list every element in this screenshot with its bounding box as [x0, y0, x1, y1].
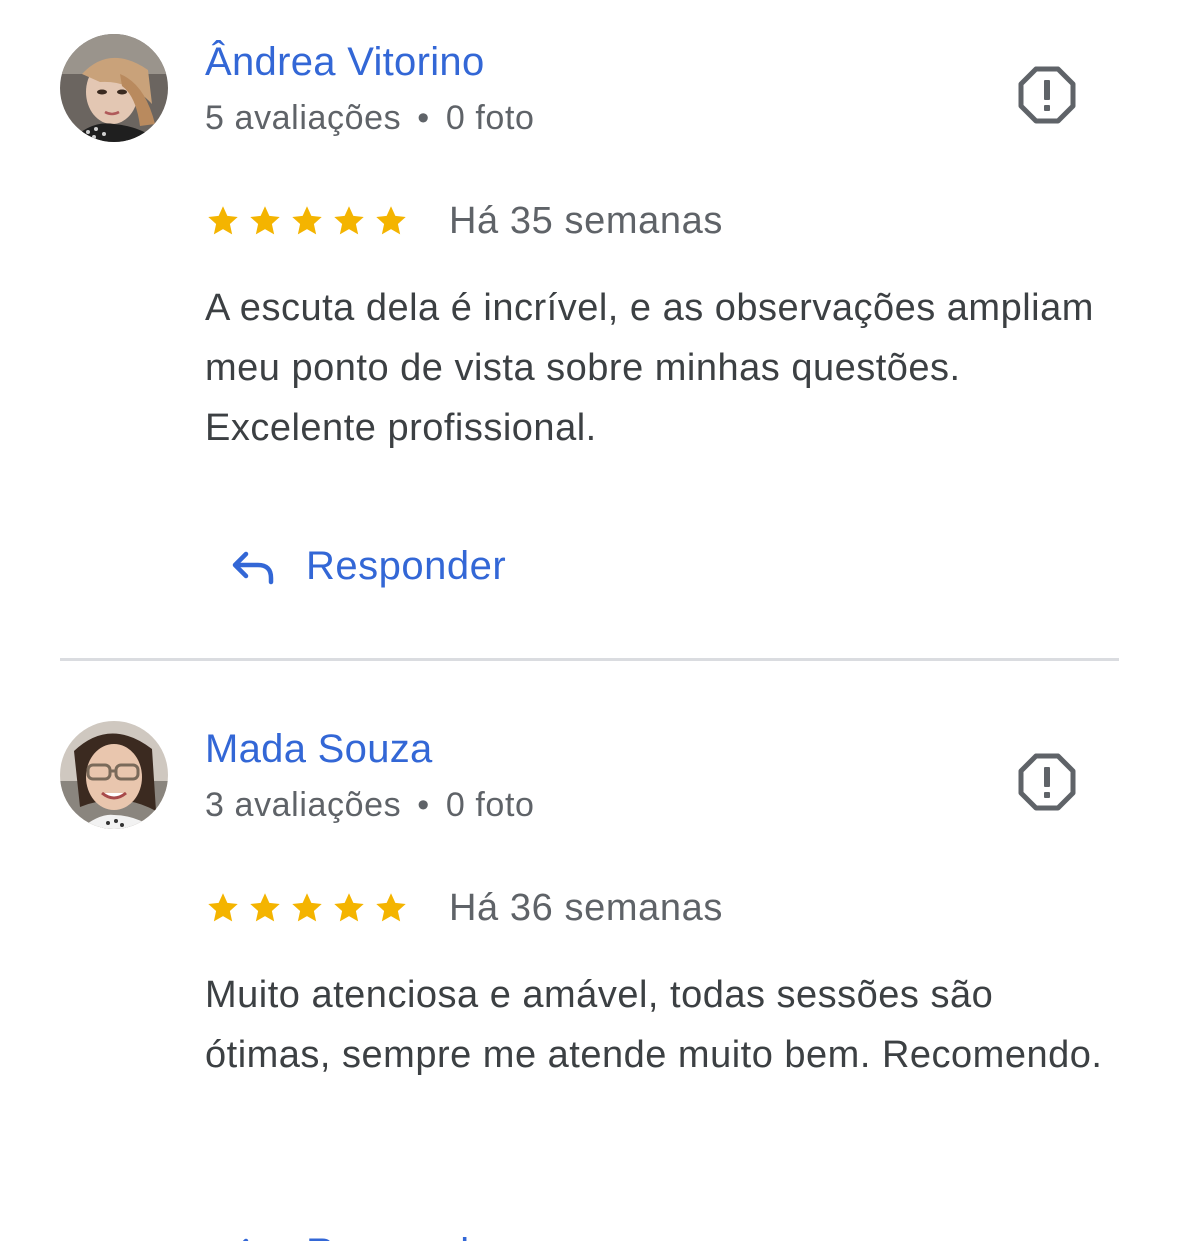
- review-text: Muito atenciosa e amável, todas sessões …: [205, 974, 1103, 1076]
- report-octagon-icon: [1018, 753, 1076, 811]
- reviewer-meta: 3 avaliações • 0 foto: [205, 785, 535, 825]
- meta-separator: •: [417, 99, 430, 137]
- report-review-button[interactable]: [1016, 751, 1078, 813]
- avatar[interactable]: [60, 721, 168, 829]
- rating-row: Há 35 semanas: [205, 196, 723, 246]
- star-icon: [250, 206, 280, 235]
- reviewer-meta: 5 avaliações • 0 foto: [205, 98, 535, 138]
- report-octagon-icon: [1018, 66, 1076, 124]
- star-icon: [208, 893, 238, 922]
- star-icon: [208, 206, 238, 235]
- review-date: Há 36 semanas: [449, 887, 723, 929]
- review-text: A escuta dela é incrível, e as observaçõ…: [205, 287, 1094, 449]
- star-icon: [292, 893, 322, 922]
- reviews-page: Ândrea Vitorino 5 avaliações • 0 foto Há…: [0, 0, 1179, 1241]
- report-review-button[interactable]: [1016, 64, 1078, 126]
- photo-count: 0 foto: [445, 786, 535, 824]
- star-rating: [205, 203, 415, 239]
- star-icon: [334, 893, 364, 922]
- reply-label: Responder: [306, 544, 507, 588]
- avatar[interactable]: [60, 34, 168, 142]
- reply-arrow-icon: [242, 1238, 249, 1241]
- review-date: Há 35 semanas: [449, 200, 723, 242]
- star-icon: [292, 206, 322, 235]
- star-icon: [334, 206, 364, 235]
- review-count: 5 avaliações: [205, 99, 402, 137]
- reply-arrow-icon: [232, 551, 274, 585]
- star-icon: [376, 206, 406, 235]
- meta-separator: •: [417, 786, 430, 824]
- star-icon: [376, 893, 406, 922]
- rating-row: Há 36 semanas: [205, 883, 723, 933]
- star-rating: [205, 890, 415, 926]
- reply-button[interactable]: Responder: [228, 1227, 506, 1241]
- reply-label: Responder: [306, 1227, 506, 1241]
- reply-button[interactable]: Responder: [228, 540, 506, 592]
- star-icon: [250, 893, 280, 922]
- reviewer-name[interactable]: Ândrea Vitorino: [205, 38, 485, 86]
- divider: [60, 658, 1119, 661]
- photo-count: 0 foto: [445, 99, 535, 137]
- review-count: 3 avaliações: [205, 786, 402, 824]
- reviewer-name[interactable]: Mada Souza: [205, 725, 433, 773]
